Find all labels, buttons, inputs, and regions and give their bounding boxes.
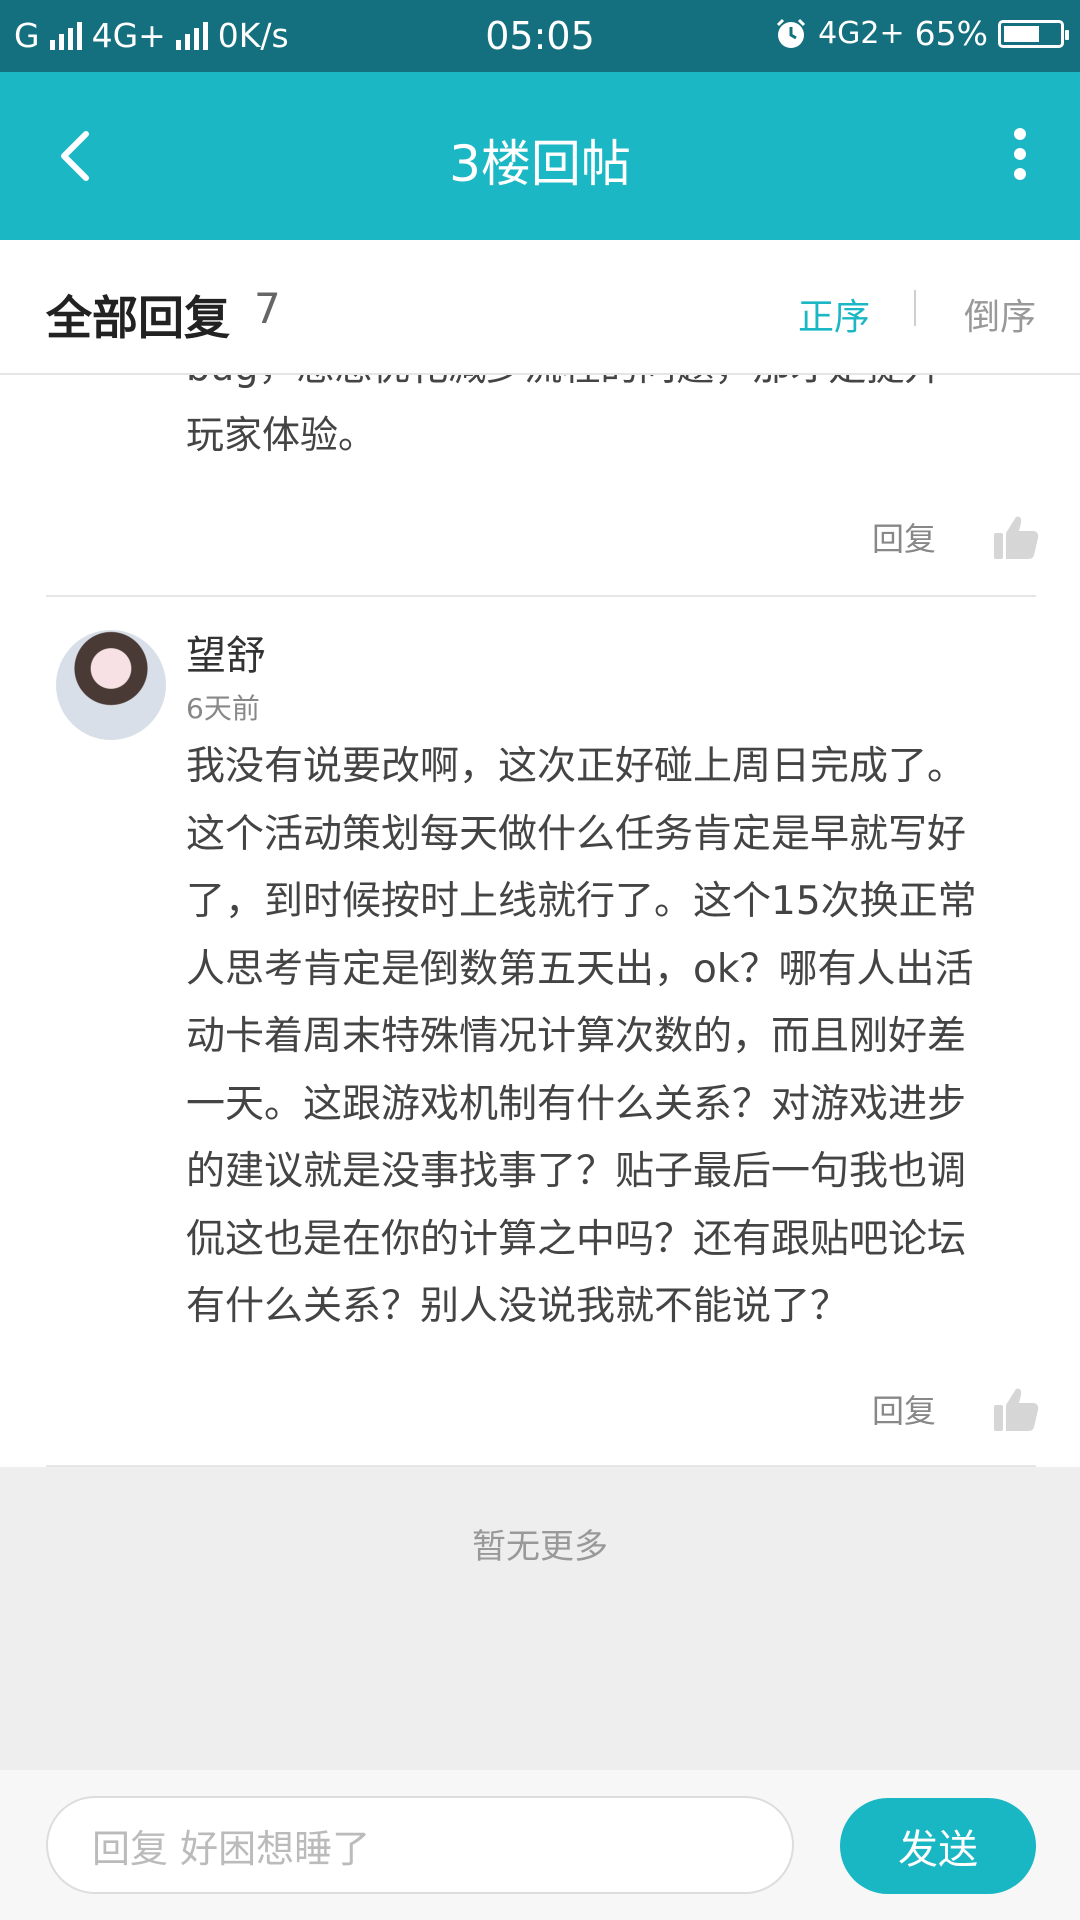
reply-input[interactable]: 回复 好困想睡了 <box>46 1796 794 1894</box>
comment-line: 有什么关系？别人没说我就不能说了？ <box>186 1284 850 1329</box>
sort-ascending-tab[interactable]: 正序 <box>798 288 870 340</box>
replies-header: 全部回复 7 正序 倒序 <box>0 240 1080 375</box>
comment-actions: 回复 <box>872 513 1040 561</box>
network2-label: 4G2+ <box>818 16 905 51</box>
sort-descending-tab[interactable]: 倒序 <box>964 288 1036 340</box>
comment-line: 的建议就是没事找事了？贴子最后一句我也调 <box>186 1149 967 1194</box>
no-more-label: 暂无更多 <box>472 1527 608 1567</box>
thumbs-up-icon[interactable] <box>992 1385 1040 1433</box>
comment-divider <box>46 595 1036 597</box>
title-bar: 3楼回帖 <box>0 72 1080 240</box>
comment-line: 人思考肯定是倒数第五天出，ok？哪有人出活 <box>186 946 974 992</box>
battery-percent: 65% <box>914 14 988 53</box>
replies-list[interactable]: bug，想想优化减少流程的问题，那才是提升 玩家体验。 回复 望舒 6天前 我没… <box>0 375 1080 1467</box>
more-vertical-icon[interactable] <box>1000 122 1040 186</box>
comment-line: bug，想想优化减少流程的问题，那才是提升 <box>186 375 1036 401</box>
comment-line: 一天。这跟游戏机制有什么关系？对游戏进步 <box>186 1081 967 1127</box>
reply-button[interactable]: 回复 <box>872 514 936 560</box>
username[interactable]: 望舒 <box>186 623 266 681</box>
page-title: 3楼回帖 <box>449 135 631 193</box>
comment-actions: 回复 <box>872 1385 1040 1433</box>
send-button[interactable]: 发送 <box>840 1798 1036 1894</box>
thumbs-up-icon[interactable] <box>992 513 1040 561</box>
comment-body: 我没有说要改啊，这次正好碰上周日完成了。 这个活动策划每天做什么任务肯定是早就写… <box>186 733 1038 1341</box>
comment-line: 我没有说要改啊，这次正好碰上周日完成了。 <box>186 744 967 789</box>
reply-bar: 回复 好困想睡了 发送 <box>0 1770 1080 1920</box>
status-bar: G 4G+ 0K/s 05:05 4G2+ 65% <box>0 0 1080 72</box>
comment-line: 了，到时候按时上线就行了。这个15次换正常 <box>186 879 977 924</box>
comment-line: 玩家体验。 <box>186 413 377 457</box>
battery-fill <box>1004 25 1039 42</box>
list-end-area: 暂无更多 <box>0 1467 1080 1770</box>
comment-line: 侃这也是在你的计算之中吗？还有跟贴吧论坛 <box>186 1216 967 1262</box>
reply-button[interactable]: 回复 <box>872 1386 936 1432</box>
alarm-icon <box>777 18 806 48</box>
comment-line: 动卡着周末特殊情况计算次数的，而且刚好差 <box>186 1014 967 1059</box>
sort-divider <box>914 290 916 326</box>
comment-time: 6天前 <box>186 692 260 725</box>
comment-line: 这个活动策划每天做什么任务肯定是早就写好 <box>186 811 967 857</box>
comment-body-partial: bug，想想优化减少流程的问题，那才是提升 玩家体验。 <box>186 375 1036 469</box>
battery-icon <box>998 19 1069 48</box>
status-right: 4G2+ 65% <box>774 14 1069 53</box>
reply-count: 7 <box>254 284 281 333</box>
all-replies-label: 全部回复 <box>46 291 230 345</box>
avatar[interactable] <box>56 630 166 740</box>
